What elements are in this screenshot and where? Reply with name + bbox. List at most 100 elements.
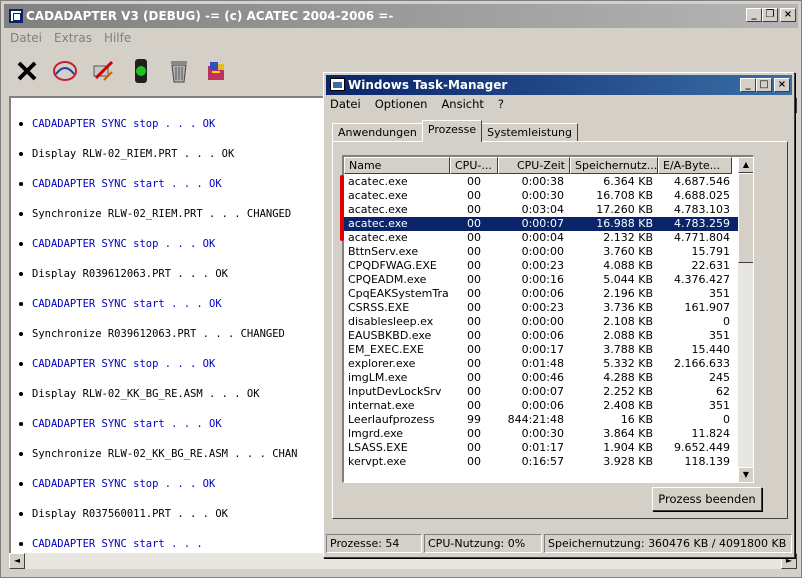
process-row[interactable]: CpqEAKSystemTra 00 0:00:06 2.196 KB 351 [344,287,738,301]
traffic-light-icon[interactable] [128,58,154,84]
list-scroll-up-icon[interactable]: ▲ [738,157,753,173]
process-cpu-time: 0:00:23 [521,301,564,314]
column-name[interactable]: Name [344,157,450,174]
process-row[interactable]: lmgrd.exe 00 0:00:30 3.864 KB 11.824 [344,427,738,441]
process-cpu-time: 0:00:07 [521,217,564,230]
process-row[interactable]: CPQEADM.exe 00 0:00:16 5.044 KB 4.376.427 [344,273,738,287]
main-menubar: Datei Extras Hilfe [4,28,798,48]
column-memory[interactable]: Speichernutz... [570,157,658,174]
bullet-icon [19,362,23,366]
process-io-bytes: 9.652.449 [674,441,730,454]
process-memory: 16 KB [620,413,653,426]
tm-menu-optionen[interactable]: Optionen [375,97,428,111]
tm-minimize-button[interactable]: _ [740,78,756,92]
task-manager-window: Windows Task-Manager _ □ × Datei Optione… [323,72,795,558]
column-cpu[interactable]: CPU-... [450,157,498,174]
bullet-icon [19,512,23,516]
log-text: Display RLW-02_KK_BG_RE.ASM . . . OK [32,388,260,400]
process-cpu-time: 0:00:00 [521,315,564,328]
process-cpu: 00 [467,427,481,440]
tab-prozesse[interactable]: Prozesse [421,120,483,142]
process-row[interactable]: acatec.exe 00 0:00:38 6.364 KB 4.687.546 [344,175,738,189]
process-io-bytes: 351 [709,399,730,412]
tm-menu-datei[interactable]: Datei [330,97,361,111]
log-line: CADADAPTER SYNC start . . . OK [19,418,222,430]
logo-icon[interactable] [52,58,78,84]
process-cpu-time: 0:01:48 [521,357,564,370]
status-processes: Prozesse: 54 [326,534,422,553]
process-row[interactable]: LSASS.EXE 00 0:01:17 1.904 KB 9.652.449 [344,441,738,455]
minimize-button[interactable]: _ [746,8,762,22]
process-cpu: 00 [467,287,481,300]
process-cpu: 00 [467,273,481,286]
tab-anwendungen[interactable]: Anwendungen [332,123,423,142]
bullet-icon [19,482,23,486]
process-name: CPQDFWAG.EXE [348,259,437,272]
process-memory: 3.788 KB [603,343,653,356]
tab-systemleistung[interactable]: Systemleistung [481,123,578,142]
close-button[interactable]: × [780,8,796,22]
process-row[interactable]: EM_EXEC.EXE 00 0:00:17 3.788 KB 15.440 [344,343,738,357]
column-io-bytes[interactable]: E/A-Byte... [658,157,732,174]
process-memory: 2.196 KB [603,287,653,300]
bullet-icon [19,122,23,126]
process-name: BttnServ.exe [348,245,419,258]
menu-datei[interactable]: Datei [10,31,42,45]
tm-close-button[interactable]: × [774,78,790,92]
process-cpu: 00 [467,315,481,328]
main-titlebar[interactable]: CADADAPTER V3 (DEBUG) -= (c) ACATEC 2004… [4,4,798,28]
list-scroll-thumb[interactable] [738,173,753,263]
process-cpu-time: 0:00:38 [521,175,564,188]
app-icon [9,9,23,23]
process-row[interactable]: acatec.exe 00 0:00:07 16.988 KB 4.783.259 [344,217,738,231]
process-row[interactable]: EAUSBKBD.exe 00 0:00:06 2.088 KB 351 [344,329,738,343]
process-io-bytes: 62 [716,385,730,398]
process-row[interactable]: CSRSS.EXE 00 0:00:23 3.736 KB 161.907 [344,301,738,315]
process-cpu-time: 0:03:04 [521,203,564,216]
trash-icon[interactable] [166,58,192,84]
tm-maximize-button[interactable]: □ [756,78,772,92]
maximize-button[interactable]: ❐ [762,8,778,22]
process-name: CSRSS.EXE [348,301,410,314]
main-title: CADADAPTER V3 (DEBUG) -= (c) ACATEC 2004… [26,9,394,23]
disconnect-icon[interactable] [90,58,116,84]
process-row[interactable]: imgLM.exe 00 0:00:46 4.288 KB 245 [344,371,738,385]
process-memory: 2.132 KB [603,231,653,244]
log-line: Display R037560011.PRT . . . OK [19,508,228,520]
log-line: CADADAPTER SYNC start . . . OK [19,178,222,190]
column-cpu-time[interactable]: CPU-Zeit [498,157,570,174]
process-row[interactable]: BttnServ.exe 00 0:00:00 3.760 KB 15.791 [344,245,738,259]
process-row[interactable]: explorer.exe 00 0:01:48 5.332 KB 2.166.633 [344,357,738,371]
process-row[interactable]: acatec.exe 00 0:00:30 16.708 KB 4.688.025 [344,189,738,203]
log-line: Synchronize R039612063.PRT . . . CHANGED [19,328,285,340]
tm-menu-ansicht[interactable]: Ansicht [441,97,483,111]
process-row[interactable]: internat.exe 00 0:00:06 2.408 KB 351 [344,399,738,413]
list-scroll-down-icon[interactable]: ▼ [738,467,753,482]
log-line: Synchronize RLW-02_KK_BG_RE.ASM . . . CH… [19,448,298,460]
process-row[interactable]: CPQDFWAG.EXE 00 0:00:23 4.088 KB 22.631 [344,259,738,273]
scroll-left-icon[interactable]: ◄ [9,553,25,569]
process-memory: 3.760 KB [603,245,653,258]
process-cpu: 00 [467,441,481,454]
process-memory: 3.736 KB [603,301,653,314]
menu-hilfe[interactable]: Hilfe [104,31,131,45]
process-cpu-time: 0:16:57 [521,455,564,468]
process-cpu-time: 0:00:04 [521,231,564,244]
close-x-icon[interactable] [14,58,40,84]
process-row[interactable]: acatec.exe 00 0:00:04 2.132 KB 4.771.804 [344,231,738,245]
process-row[interactable]: kervpt.exe 00 0:16:57 3.928 KB 118.139 [344,455,738,469]
process-memory: 4.088 KB [603,259,653,272]
end-process-button[interactable]: Prozess beenden [652,487,762,511]
package-icon[interactable] [204,58,230,84]
log-text: Display RLW-02_RIEM.PRT . . . OK [32,148,235,160]
menu-extras[interactable]: Extras [54,31,92,45]
process-list-scrollbar[interactable]: ▲ ▼ [738,157,753,482]
tm-menu-help[interactable]: ? [498,97,504,111]
process-row[interactable]: disablesleep.ex 00 0:00:00 2.108 KB 0 [344,315,738,329]
log-console[interactable]: CADADAPTER SYNC stop . . . OK Display RLW… [9,96,327,554]
tm-titlebar[interactable]: Windows Task-Manager _ □ × [326,75,792,95]
process-row[interactable]: acatec.exe 00 0:03:04 17.260 KB 4.783.103 [344,203,738,217]
process-row[interactable]: InputDevLockSrv 00 0:00:07 2.252 KB 62 [344,385,738,399]
process-list[interactable]: Name CPU-... CPU-Zeit Speichernutz... E/… [342,155,754,483]
process-row[interactable]: Leerlaufprozess 99 844:21:48 16 KB 0 [344,413,738,427]
